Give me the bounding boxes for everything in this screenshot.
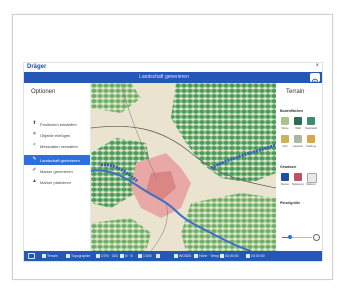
ground-swatch[interactable]	[281, 135, 289, 143]
sidebar-item-6[interactable]: ▲ Marker platzieren	[24, 177, 90, 187]
terrain-title: Terrain	[286, 89, 305, 95]
sidebar-item-label: Positionen einstellen	[40, 122, 77, 127]
status-icon	[66, 254, 70, 259]
status-text: WGS84	[179, 254, 192, 258]
ground-swatch-label: Nadelwald	[305, 127, 317, 130]
terrain-panel: Terrain Bodenflächen Wiese Wald Nadelwald F…	[276, 83, 322, 251]
status-icon	[156, 254, 160, 259]
brush-size-slider-handle[interactable]	[287, 235, 292, 239]
status-text: Terrain	[47, 254, 58, 258]
ground-section-label: Bodenflächen	[280, 109, 304, 113]
status-icon	[96, 254, 100, 259]
sidebar-item-1[interactable]: ⬆ Positionen einstellen	[24, 119, 90, 129]
ground-swatch[interactable]	[294, 135, 302, 143]
status-item-6[interactable]	[156, 254, 161, 259]
status-icon	[246, 254, 250, 259]
status-text: 00:00:00	[225, 254, 239, 258]
pen-icon: ✐	[32, 167, 37, 173]
water-section-label: Gewässer	[280, 165, 297, 169]
terrain-map[interactable]	[91, 83, 276, 251]
sidebar-item-label: Marker generieren	[40, 169, 73, 174]
water-swatch[interactable]	[281, 173, 289, 181]
sidebar-title: Optionen	[31, 89, 56, 95]
water-swatch-label: Radierer	[306, 183, 316, 186]
pin-icon: ⬆	[32, 120, 37, 126]
ground-swatch[interactable]	[281, 117, 289, 125]
status-item-4[interactable]: N · E	[120, 254, 133, 259]
status-bar: Terrain Topographie UTM · 32U N · E 1:500 WGS…	[24, 251, 322, 261]
water-swatch-label: Wasser	[280, 183, 290, 186]
sidebar-item-label: Objekte einfügen	[40, 133, 71, 138]
status-icon	[138, 254, 142, 259]
status-icon	[174, 254, 178, 259]
status-item-2[interactable]: Topographie	[66, 254, 91, 259]
status-item-3[interactable]: UTM · 32U	[96, 254, 119, 259]
status-item-7[interactable]: WGS84	[174, 254, 192, 259]
status-item-1[interactable]: Terrain	[42, 254, 58, 259]
status-icon	[120, 254, 124, 259]
settings-button[interactable]	[310, 73, 320, 85]
ground-swatch[interactable]	[294, 117, 302, 125]
water-swatch[interactable]	[307, 173, 317, 183]
sidebar-item-label: Landschaft generieren	[40, 158, 80, 163]
sidebar-item-5[interactable]: ✐ Marker generieren	[24, 166, 90, 176]
brush-size-preview-icon	[313, 234, 320, 241]
status-text: UTM · 32U	[101, 254, 119, 258]
brush-size-label: Pinselgröße	[280, 201, 301, 205]
status-text: N · E	[125, 254, 133, 258]
status-text: 00:00:00	[251, 254, 265, 258]
share-icon: <	[33, 142, 36, 148]
sidebar-item-2[interactable]: ✕ Objekte einfügen	[24, 130, 90, 140]
window-close-button[interactable]: ×	[315, 63, 319, 69]
status-icon	[220, 254, 224, 259]
screenshot-frame: Dräger × Landschaft generieren Optionen …	[12, 14, 333, 280]
map-canvas[interactable]	[91, 83, 276, 251]
status-item-10[interactable]: 00:00:00	[246, 254, 265, 259]
sidebar-item-label: Messdaten verwalten	[40, 144, 78, 149]
status-text: Höhe · Temp	[199, 254, 219, 258]
status-icon	[194, 254, 198, 259]
close-icon: ✕	[32, 131, 37, 137]
ground-swatch-label: Feld	[282, 145, 288, 148]
title-bar: Dräger ×	[24, 63, 322, 72]
status-item-9[interactable]: 00:00:00	[220, 254, 239, 259]
sidebar-item-4[interactable]: ✎ Landschaft generieren	[24, 155, 90, 165]
status-text: 1:500	[143, 254, 152, 258]
ground-swatch[interactable]	[307, 117, 315, 125]
ground-swatch-label: Siedlung	[306, 145, 316, 148]
ground-swatch[interactable]	[307, 135, 315, 143]
water-swatch[interactable]	[294, 173, 302, 181]
status-text: Topographie	[71, 254, 91, 258]
brush-icon: ✎	[32, 156, 37, 162]
ground-swatch-label: Wald	[295, 127, 301, 130]
sidebar-item-label: Marker platzieren	[40, 180, 71, 185]
ground-swatch-label: Wiese	[281, 127, 289, 130]
ribbon-bar: Landschaft generieren	[24, 72, 322, 85]
water-swatch-label: Bebauung	[292, 183, 304, 186]
ribbon-title: Landschaft generieren	[139, 74, 189, 80]
options-sidebar: Optionen ⬆ Positionen einstellen ✕ Objekte …	[24, 83, 91, 251]
marker-icon: ▲	[32, 178, 37, 184]
status-item-5[interactable]: 1:500	[138, 254, 152, 259]
app-window: Dräger × Landschaft generieren Optionen …	[23, 62, 323, 262]
sidebar-item-3[interactable]: < Messdaten verwalten	[24, 141, 90, 151]
brand-logo: Dräger	[27, 64, 47, 70]
ground-swatch-label: Gewerbe	[292, 145, 304, 148]
status-icon	[42, 254, 46, 259]
home-icon[interactable]	[28, 253, 35, 259]
status-item-8[interactable]: Höhe · Temp	[194, 254, 219, 259]
